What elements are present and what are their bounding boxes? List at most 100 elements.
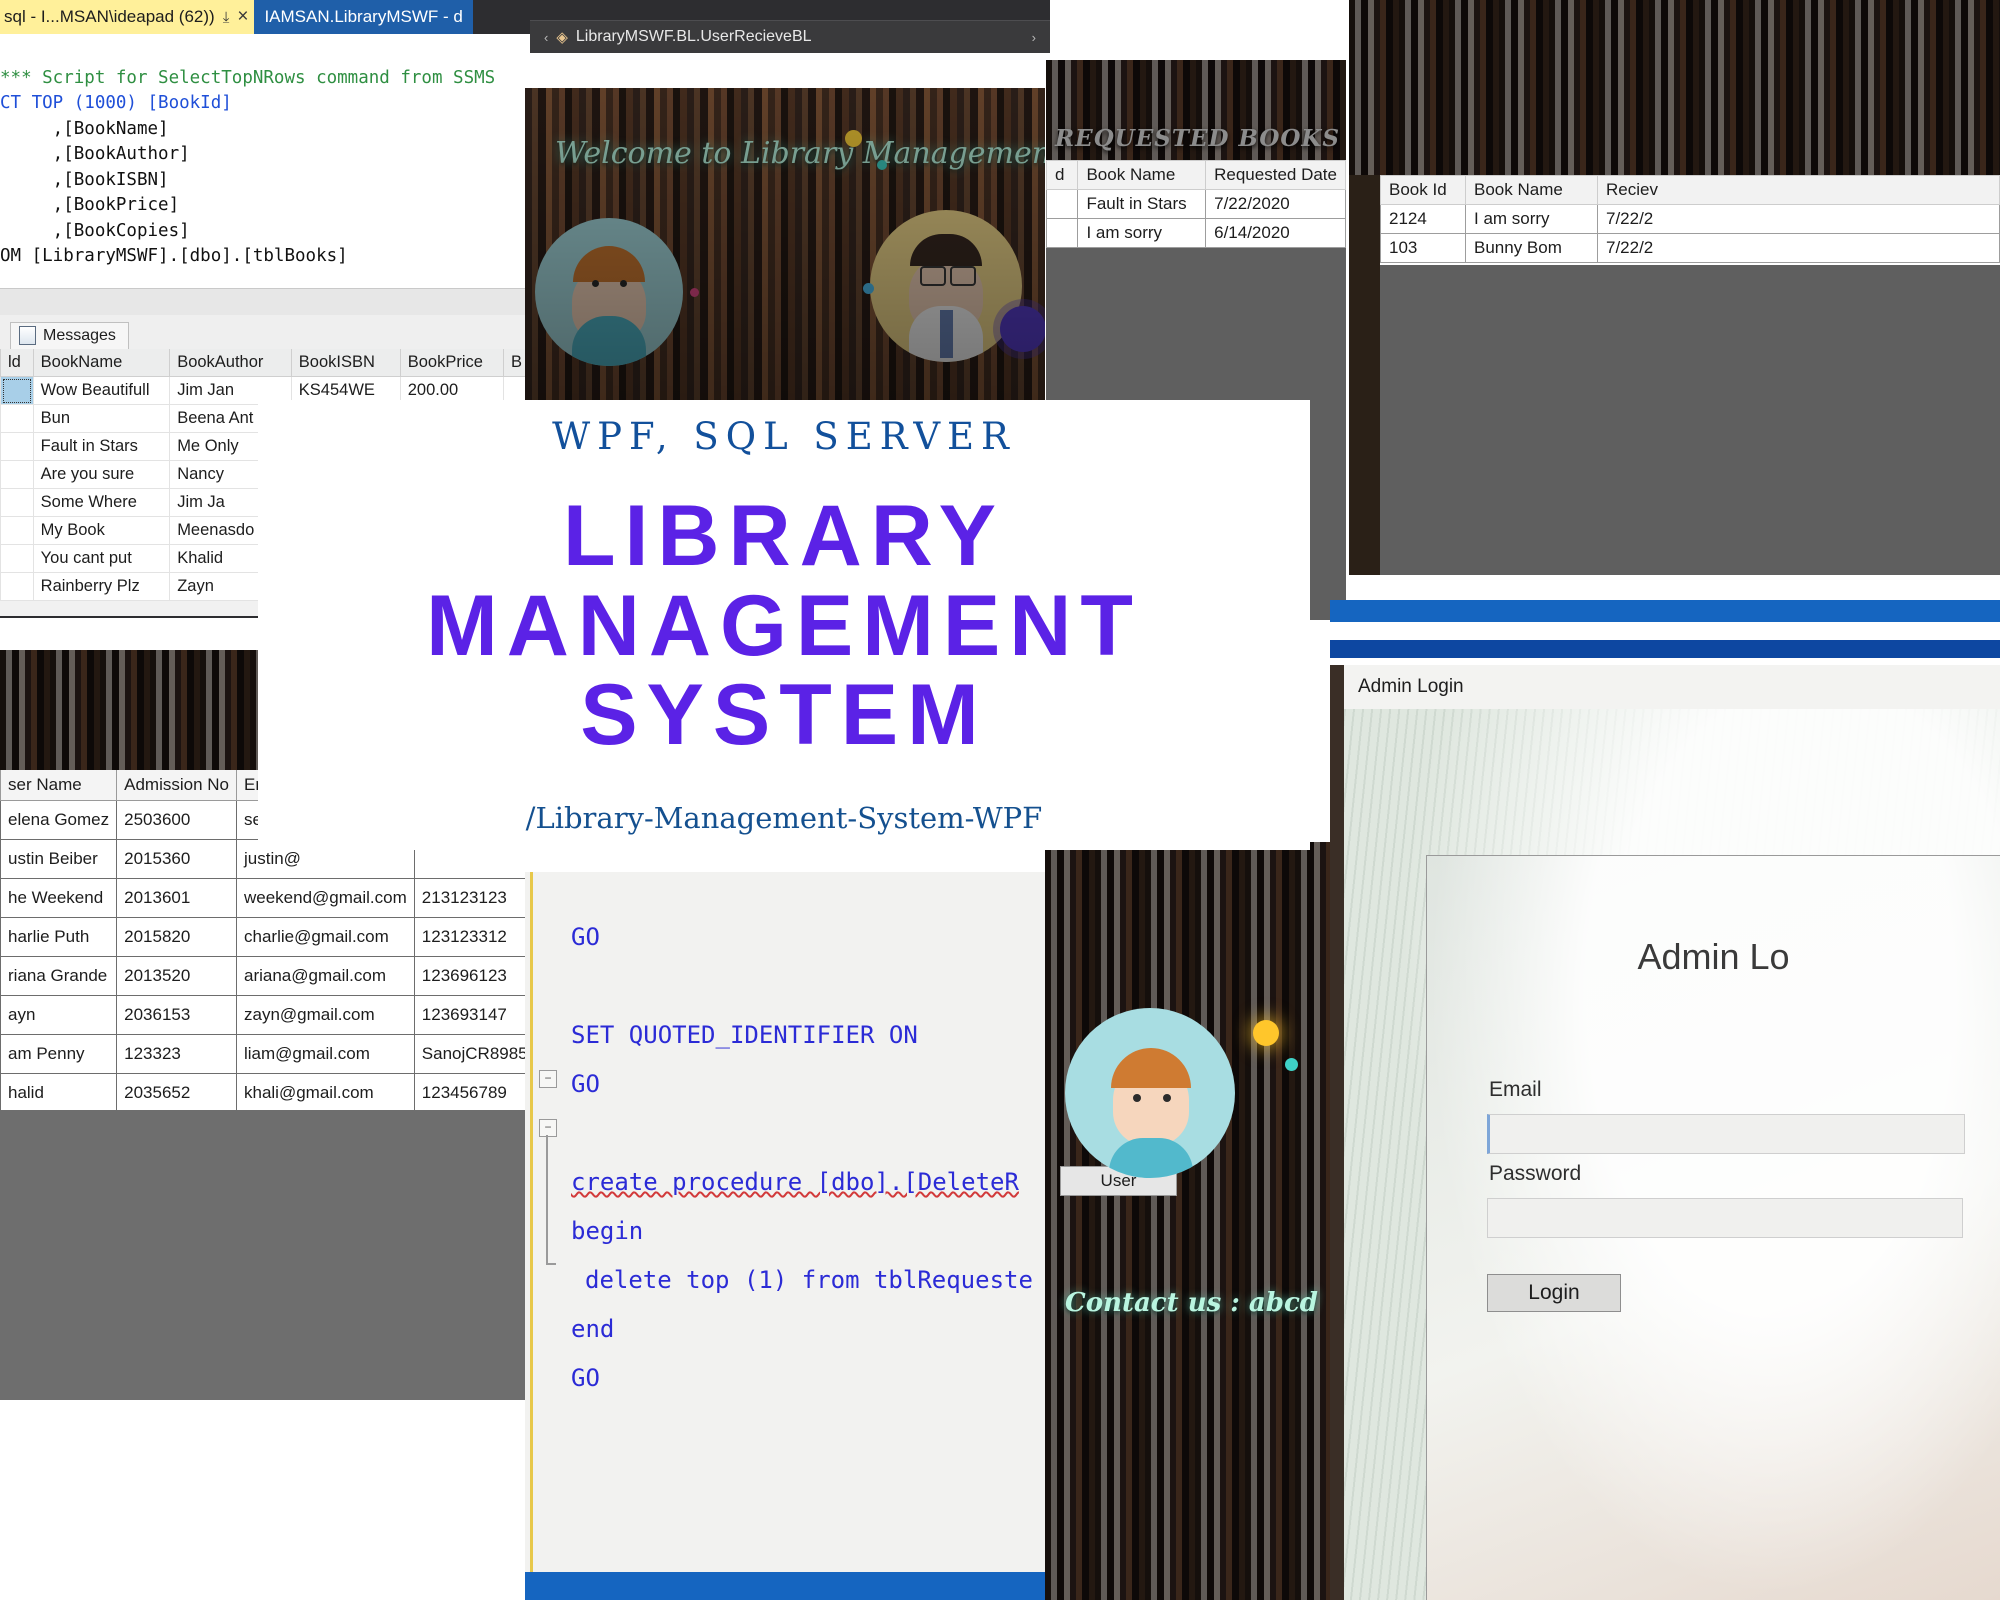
- col-bookauthor[interactable]: BookAuthor: [169, 349, 292, 377]
- cell-requested-date[interactable]: 6/14/2020: [1205, 218, 1346, 248]
- login-button[interactable]: Login: [1487, 1274, 1621, 1312]
- table-row[interactable]: halid 2035652 khali@gmail.com 123456789 …: [0, 1073, 530, 1113]
- cell-admission-no[interactable]: 2503600: [116, 800, 237, 840]
- cell-user-name[interactable]: am Penny: [0, 1034, 118, 1074]
- cell-admission-no[interactable]: 2035652: [116, 1073, 237, 1113]
- cell-user-name[interactable]: riana Grande: [0, 956, 118, 996]
- col-bookisbn[interactable]: BookISBN: [290, 349, 401, 377]
- cell-email[interactable]: khali@gmail.com: [236, 1073, 415, 1113]
- cell-bookid[interactable]: [0, 516, 34, 545]
- cell-book-name[interactable]: Bunny Bom: [1465, 233, 1598, 263]
- cell-bookid[interactable]: [0, 572, 34, 601]
- cell-bookid[interactable]: [0, 432, 34, 461]
- cell-bookid[interactable]: [0, 376, 34, 405]
- cell-bookname[interactable]: My Book: [32, 516, 171, 545]
- cell-user-name[interactable]: ustin Beiber: [0, 839, 118, 879]
- cell-bookid[interactable]: [0, 488, 34, 517]
- cell-bookname[interactable]: Rainberry Plz: [32, 572, 171, 601]
- cell-password[interactable]: 123456789: [413, 1073, 530, 1113]
- table-row[interactable]: ayn 2036153 zayn@gmail.com 123693147 Edi…: [0, 995, 530, 1035]
- col-book-name[interactable]: Book Name: [1465, 175, 1598, 205]
- table-row[interactable]: Fault in Stars 7/22/2020: [1046, 189, 1346, 219]
- cell-password[interactable]: SanojCR8985: [413, 1034, 530, 1074]
- results-splitter[interactable]: [0, 288, 530, 315]
- cell-admission-no[interactable]: 2015360: [116, 839, 237, 879]
- cell-recieved-date[interactable]: 7/22/2: [1597, 204, 2000, 234]
- table-row[interactable]: 2124 I am sorry 7/22/2: [1380, 204, 2000, 234]
- cell-id[interactable]: [1046, 218, 1079, 248]
- pin-icon[interactable]: ⤓: [223, 9, 230, 26]
- cell-admission-no[interactable]: 2036153: [116, 995, 237, 1035]
- cell-book-id[interactable]: 2124: [1380, 204, 1466, 234]
- received-books-grid[interactable]: Book Id Book Name Reciev 2124 I am sorry…: [1380, 175, 2000, 263]
- procedure-code-block[interactable]: GO SET QUOTED_IDENTIFIER ON GO create pr…: [525, 864, 1033, 1452]
- vs-type-path[interactable]: LibraryMSWF.BL.UserRecieveBL: [576, 28, 812, 46]
- cell-bookname[interactable]: Some Where: [32, 488, 171, 517]
- sql-code-block[interactable]: *** Script for SelectTopNRows command fr…: [0, 34, 530, 295]
- cell-admission-no[interactable]: 2013520: [116, 956, 237, 996]
- table-row[interactable]: I am sorry 6/14/2020: [1046, 218, 1346, 248]
- cell-bookid[interactable]: [0, 404, 34, 433]
- col-bookid[interactable]: ld: [0, 349, 34, 377]
- cell-admission-no[interactable]: 2013601: [116, 878, 237, 918]
- vs-breadcrumb[interactable]: ‹ ◈ LibraryMSWF.BL.UserRecieveBL ›: [530, 20, 1050, 53]
- cell-email[interactable]: liam@gmail.com: [236, 1034, 415, 1074]
- cell-user-name[interactable]: halid: [0, 1073, 118, 1113]
- table-row[interactable]: riana Grande 2013520 ariana@gmail.com 12…: [0, 956, 530, 996]
- col-user-name[interactable]: ser Name: [0, 770, 118, 801]
- cell-requested-date[interactable]: 7/22/2020: [1205, 189, 1346, 219]
- cell-bookname[interactable]: You cant put: [32, 544, 171, 573]
- cell-bookid[interactable]: [0, 460, 34, 489]
- cell-admission-no[interactable]: 123323: [116, 1034, 237, 1074]
- cell-bookname[interactable]: Bun: [32, 404, 171, 433]
- fold-toggle-begin[interactable]: −: [539, 1119, 557, 1137]
- chevron-left-icon[interactable]: ‹: [544, 30, 548, 45]
- cell-email[interactable]: charlie@gmail.com: [236, 917, 415, 957]
- cell-recieved-date[interactable]: 7/22/2: [1597, 233, 2000, 263]
- col-bookprice[interactable]: BookPrice: [399, 349, 504, 377]
- cell-bookname[interactable]: Are you sure: [32, 460, 171, 489]
- col-recieved-date[interactable]: Reciev: [1597, 175, 2000, 205]
- cell-book-id[interactable]: 103: [1380, 233, 1466, 263]
- col-bookname[interactable]: BookName: [32, 349, 171, 377]
- table-row[interactable]: he Weekend 2013601 weekend@gmail.com 213…: [0, 878, 530, 918]
- cell-email[interactable]: ariana@gmail.com: [236, 956, 415, 996]
- cell-password[interactable]: 123693147: [413, 995, 530, 1035]
- cell-user-name[interactable]: ayn: [0, 995, 118, 1035]
- cell-admission-no[interactable]: 2015820: [116, 917, 237, 957]
- email-field[interactable]: [1487, 1114, 1965, 1154]
- cell-user-name[interactable]: he Weekend: [0, 878, 118, 918]
- cell-book-name[interactable]: Fault in Stars: [1077, 189, 1207, 219]
- cell-password[interactable]: 123696123: [413, 956, 530, 996]
- col-book-id[interactable]: Book Id: [1380, 175, 1466, 205]
- col-id[interactable]: d: [1046, 160, 1079, 190]
- cell-password[interactable]: 213123123: [413, 878, 530, 918]
- table-row[interactable]: harlie Puth 2015820 charlie@gmail.com 12…: [0, 917, 530, 957]
- col-admission-no[interactable]: Admission No: [116, 770, 237, 801]
- cell-user-name[interactable]: elena Gomez: [0, 800, 118, 840]
- cell-email[interactable]: weekend@gmail.com: [236, 878, 415, 918]
- cell-book-name[interactable]: I am sorry: [1465, 204, 1598, 234]
- cell-bookname[interactable]: Wow Beautifull: [32, 376, 171, 405]
- password-field[interactable]: [1487, 1198, 1963, 1238]
- col-book-name[interactable]: Book Name: [1077, 160, 1207, 190]
- cell-bookname[interactable]: Fault in Stars: [32, 432, 171, 461]
- col-requested-date[interactable]: Requested Date: [1205, 160, 1346, 190]
- requested-books-grid[interactable]: d Book Name Requested Date Fault in Star…: [1046, 160, 1346, 248]
- tab-object-explorer-details[interactable]: IAMSAN.LibraryMSWF - d: [254, 0, 473, 34]
- cell-id[interactable]: [1046, 189, 1079, 219]
- chevron-right-icon[interactable]: ›: [1032, 30, 1036, 45]
- cell-password[interactable]: 123123312: [413, 917, 530, 957]
- cell-bookid[interactable]: [0, 544, 34, 573]
- table-row[interactable]: 103 Bunny Bom 7/22/2: [1380, 233, 2000, 263]
- close-icon[interactable]: ×: [237, 6, 248, 28]
- table-row[interactable]: am Penny 123323 liam@gmail.com SanojCR89…: [0, 1034, 530, 1074]
- cell-email[interactable]: zayn@gmail.com: [236, 995, 415, 1035]
- fold-toggle-create-procedure[interactable]: −: [539, 1070, 557, 1088]
- cell-book-name[interactable]: I am sorry: [1077, 218, 1207, 248]
- visual-studio-navigation-bar: ‹ ◈ LibraryMSWF.BL.UserRecieveBL ›: [530, 0, 1050, 53]
- cell-user-name[interactable]: harlie Puth: [0, 917, 118, 957]
- code-line-from: OM [LibraryMSWF].[dbo].[tblBooks]: [0, 246, 348, 266]
- tab-messages[interactable]: Messages: [10, 322, 129, 349]
- tab-sql-query[interactable]: sql - I...MSAN\ideapad (62)) ⤓ ×: [0, 0, 255, 34]
